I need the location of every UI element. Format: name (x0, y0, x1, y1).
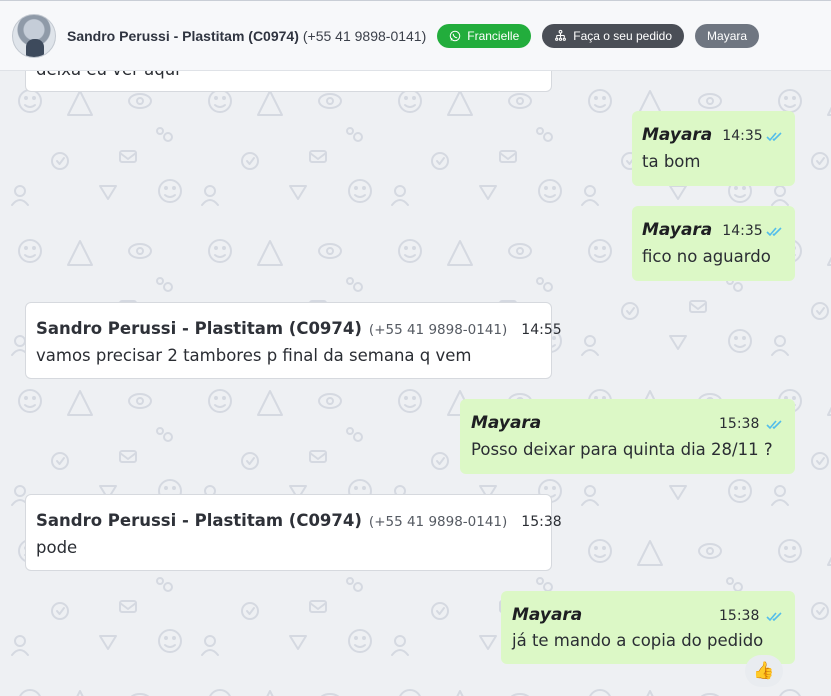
order-button[interactable]: Faça o seu pedido (542, 23, 685, 48)
message-text: fico no aguardo (642, 247, 771, 266)
message-time: 14:35 (722, 128, 763, 144)
reaction-badge[interactable]: 👍 (745, 655, 783, 687)
hierarchy-icon (555, 29, 567, 41)
message-bubble-outgoing[interactable]: Mayara 15:38 já te mando a copia do pedi… (501, 591, 795, 664)
message-text: Posso deixar para quinta dia 28/11 ? (471, 440, 773, 459)
message-time: 15:38 (719, 416, 760, 432)
message-bubble-incoming[interactable]: deixa eu ver aqui (25, 71, 552, 92)
message-time: 14:55 (521, 322, 562, 338)
double-check-icon (766, 227, 782, 237)
whatsapp-icon (450, 30, 461, 41)
message-bubble-outgoing[interactable]: Mayara 14:35 ta bom (632, 111, 795, 186)
message-sender: Mayara (642, 220, 713, 240)
message-sender: Sandro Perussi - Plastitam (C0974) (36, 511, 362, 530)
chat-area[interactable]: deixa eu ver aqui Mayara 14:35 ta bom Ma… (0, 71, 831, 696)
message-time: 14:35 (722, 223, 763, 239)
user-tag[interactable]: Mayara (695, 23, 760, 48)
message-sender: Mayara (512, 605, 583, 625)
thumbs-up-icon: 👍 (753, 661, 775, 680)
message-bubble-outgoing[interactable]: Mayara 14:35 fico no aguardo (632, 206, 795, 281)
message-text: deixa eu ver aqui (36, 71, 180, 79)
double-check-icon (766, 612, 782, 622)
message-sender: Mayara (642, 125, 713, 145)
message-sender-phone: (+55 41 9898-0141) (368, 322, 508, 338)
double-check-icon (766, 132, 782, 142)
chat-header: Sandro Perussi - Plastitam (C0974) (+55 … (0, 0, 831, 71)
agent-tag[interactable]: Francielle (437, 23, 532, 48)
message-sender-phone: (+55 41 9898-0141) (368, 514, 508, 530)
order-button-label: Faça o seu pedido (573, 28, 673, 43)
message-text: pode (36, 538, 78, 557)
agent-tag-label: Francielle (467, 28, 520, 43)
message-text: ta bom (642, 152, 701, 171)
message-text: vamos precisar 2 tambores p final da sem… (36, 346, 472, 365)
message-bubble-incoming[interactable]: Sandro Perussi - Plastitam (C0974) (+55 … (25, 494, 562, 571)
double-check-icon (766, 420, 782, 430)
contact-phone: (+55 41 9898-0141) (302, 27, 427, 44)
message-sender: Mayara (471, 413, 542, 433)
contact-avatar[interactable] (12, 13, 56, 58)
message-bubble-outgoing[interactable]: Mayara 15:38 Posso deixar para quinta di… (460, 399, 795, 474)
contact-name: Sandro Perussi - Plastitam (C0974) (67, 27, 299, 44)
user-tag-label: Mayara (707, 28, 748, 43)
message-time: 15:38 (521, 514, 562, 530)
message-sender: Sandro Perussi - Plastitam (C0974) (36, 319, 362, 338)
message-text: já te mando a copia do pedido (512, 631, 764, 650)
message-bubble-incoming[interactable]: Sandro Perussi - Plastitam (C0974) (+55 … (25, 302, 562, 379)
message-time: 15:38 (719, 608, 760, 624)
